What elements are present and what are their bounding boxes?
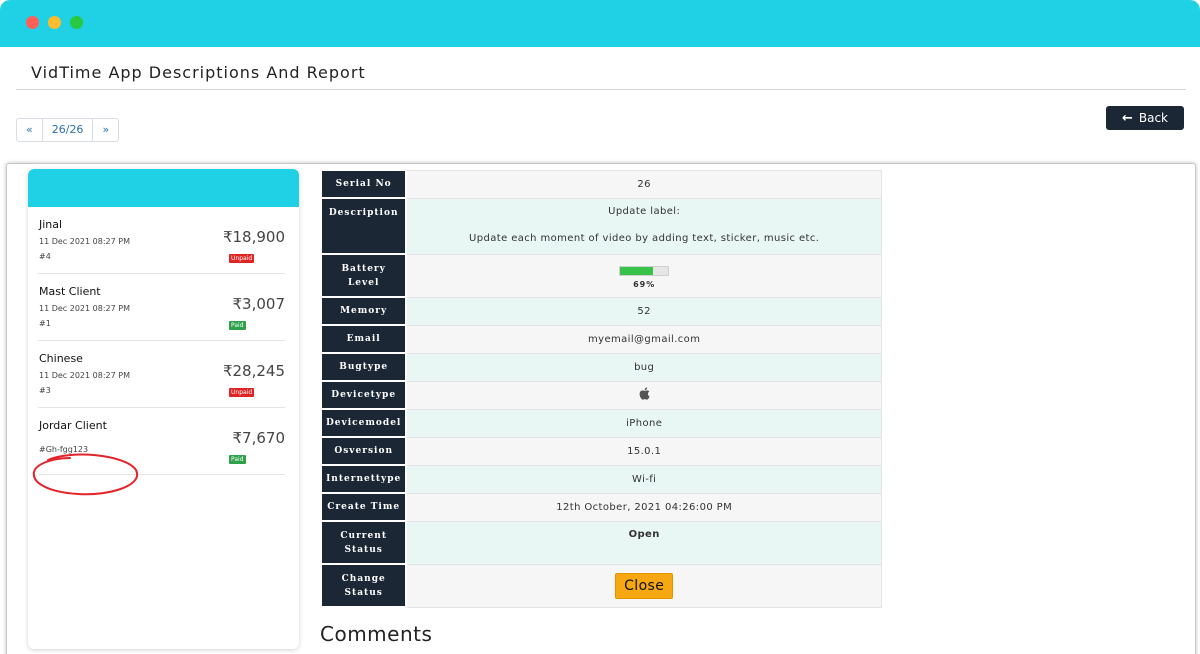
description-title: Update label: [608,205,681,217]
detail-row: Current Status Open [319,520,883,565]
client-amount: ₹7,670 [232,429,286,447]
client-ref: #3 [39,386,51,395]
detail-value: 15.0.1 [405,436,883,466]
detail-label: Osversion [319,436,408,466]
client-amount: ₹3,007 [232,295,286,313]
back-button-label: Back [1138,111,1169,125]
client-list-item[interactable]: Mast Client 11 Dec 2021 08:27 PM #1 ₹3,0… [38,274,285,341]
client-amount: ₹18,900 [222,228,285,246]
detail-value: Wi-fi [405,464,883,494]
pager-next-button[interactable]: » [93,119,118,141]
client-list-card: Jinal 11 Dec 2021 08:27 PM #4 ₹18,900 Un… [28,169,299,649]
detail-value: iPhone [405,408,883,438]
detail-value: 69% [405,253,883,298]
detail-row: Osversion 15.0.1 [319,436,883,466]
client-date: 11 Dec 2021 08:27 PM [39,237,130,246]
battery-level-fill [620,267,654,275]
detail-value: myemail@gmail.com [405,324,883,354]
client-name: Mast Client [39,285,101,298]
detail-row: Serial No 26 [319,169,883,199]
description-body: Update each moment of video by adding te… [469,232,820,244]
window-titlebar [0,0,1200,47]
detail-value: 26 [405,169,883,199]
page-title: VidTime App Descriptions And Report [31,63,366,82]
close-window-button[interactable] [26,16,39,29]
payment-status-badge: Paid [229,455,246,464]
detail-label: Change Status [319,563,408,608]
pager-prev-button[interactable]: « [17,119,43,141]
client-name: Jinal [39,218,63,231]
detail-value: 12th October, 2021 04:26:00 PM [405,492,883,522]
detail-value: Close [405,563,883,608]
pager-current-page[interactable]: 26/26 [43,119,94,141]
battery-level-text: 69% [633,280,656,289]
detail-row: Devicetype [319,380,883,410]
current-status-value: Open [405,520,883,565]
payment-status-badge: Paid [229,321,246,330]
client-list-item[interactable]: Jinal 11 Dec 2021 08:27 PM #4 ₹18,900 Un… [38,207,285,274]
detail-label: Battery Level [319,253,408,298]
detail-row: Change Status Close [319,563,883,608]
close-status-button[interactable]: Close [615,572,674,599]
detail-label: Email [319,324,408,354]
detail-row: Email myemail@gmail.com [319,324,883,354]
detail-row: Description Update label: Update each mo… [319,197,883,255]
arrow-left-icon: ← [1121,110,1133,126]
pagination: « 26/26 » [16,118,120,142]
detail-label: Devicetype [319,380,408,410]
detail-row: Battery Level 69% [319,253,883,298]
client-list-item[interactable]: Chinese 11 Dec 2021 08:27 PM #3 ₹28,245 … [38,341,285,408]
detail-row: Devicemodel iPhone [319,408,883,438]
detail-label: Devicemodel [319,408,408,438]
detail-value [405,380,883,410]
client-amount: ₹28,245 [222,362,285,380]
report-details-table: Serial No 26 Description Update label: U… [319,169,883,608]
detail-label: Create Time [319,492,408,522]
client-ref: #4 [39,252,51,261]
client-name: Jordar Client [39,419,107,432]
detail-value: Update label: Update each moment of vide… [405,197,883,255]
detail-value: bug [405,352,883,382]
payment-status-badge: Unpaid [229,388,255,397]
client-date: 11 Dec 2021 08:27 PM [39,371,130,380]
apple-icon [639,387,650,400]
client-name: Chinese [39,352,83,365]
detail-row: Memory 52 [319,296,883,326]
client-ref: #Gh-fgg123 [39,445,89,454]
detail-label: Memory [319,296,408,326]
detail-row: Bugtype bug [319,352,883,382]
detail-label: Bugtype [319,352,408,382]
detail-value: 52 [405,296,883,326]
maximize-window-button[interactable] [70,16,83,29]
client-ref: #1 [39,319,51,328]
detail-row: Internettype Wi-fi [319,464,883,494]
client-list-item[interactable]: Jordar Client #Gh-fgg123 ₹7,670 Paid [38,408,285,475]
payment-status-badge: Unpaid [229,254,255,263]
back-button[interactable]: ← Back [1106,106,1184,130]
battery-level-bar [619,266,670,276]
detail-label: Current Status [319,520,408,565]
client-date: 11 Dec 2021 08:27 PM [39,304,130,313]
detail-label: Description [319,197,408,255]
client-card-header [28,169,299,207]
minimize-window-button[interactable] [48,16,61,29]
detail-label: Serial No [319,169,408,199]
detail-label: Internettype [319,464,408,494]
comments-heading: Comments [320,622,433,646]
detail-row: Create Time 12th October, 2021 04:26:00 … [319,492,883,522]
page-header: VidTime App Descriptions And Report [16,58,1186,90]
